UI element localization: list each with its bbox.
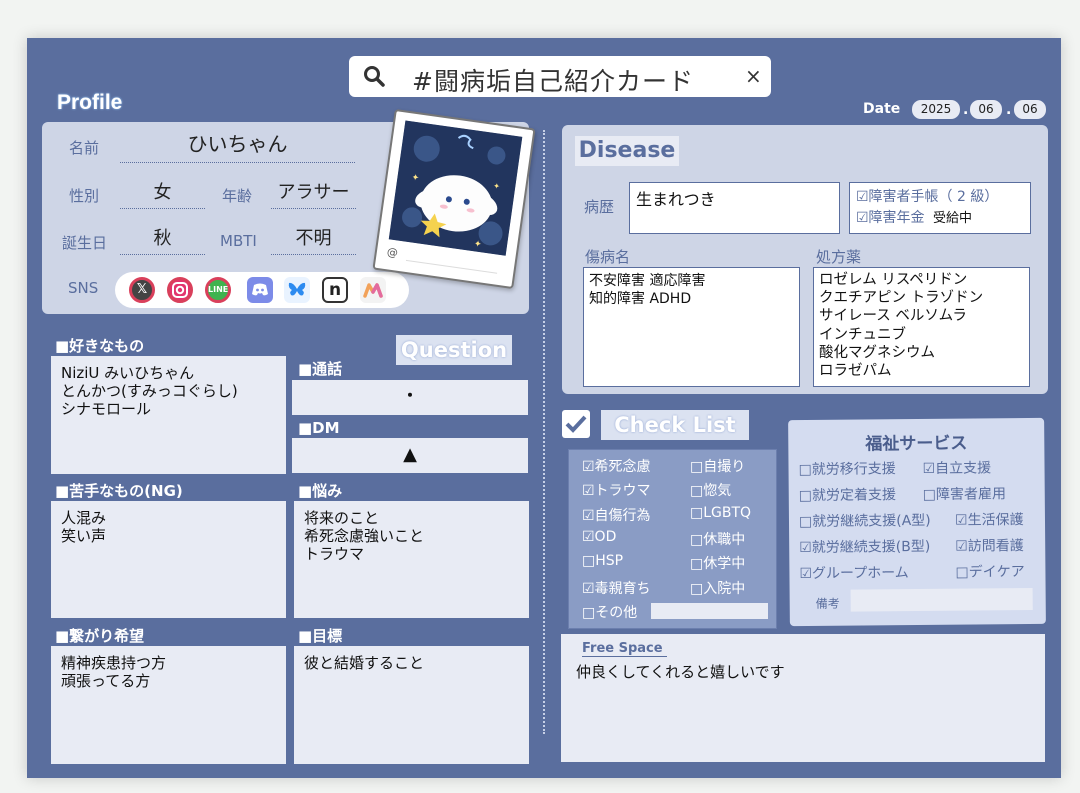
medication-box: ロゼレム リスペリドン クエチアピン トラゾドン サイレース ベルソムラ インチ… [813, 267, 1030, 387]
misskey-icon[interactable] [360, 277, 386, 303]
note-icon[interactable]: n [322, 277, 348, 303]
profile-photo-frame: ✦ ✦ ✦ @ [372, 108, 536, 290]
name-value: ひいちゃん [120, 131, 355, 163]
welfare-heading: 福祉サービス [865, 433, 968, 455]
birthday-value: 秋 [120, 226, 205, 255]
connect-box: 精神疾患持つ方 頑張ってる方 [51, 646, 286, 764]
bluesky-icon[interactable] [284, 277, 310, 303]
instagram-icon[interactable] [167, 277, 193, 303]
diagnosis-box: 不安障害 適応障害 知的障害 ADHD [583, 267, 800, 387]
check-item[interactable]: □LGBTQ [690, 505, 751, 521]
checklist-panel: ☑希死念慮 ☑トラウマ ☑自傷行為 ☑OD □HSP ☑毒親育ち □その他 □自… [568, 449, 777, 629]
check-item[interactable]: ☑OD [582, 529, 616, 545]
mbti-label: MBTI [220, 232, 257, 250]
call-value[interactable]: ・ [292, 380, 528, 415]
history-value: 生まれつき [629, 182, 840, 234]
age-value: アラサー [271, 180, 356, 209]
question-heading: Question [396, 335, 512, 365]
free-space-text: 仲良くしてくれると嬉しいです [576, 663, 785, 681]
pension-label: ☑障害年金 [856, 210, 925, 226]
welfare-item[interactable]: □障害者雇用 [923, 483, 1006, 504]
gender-value: 女 [120, 180, 205, 209]
line-icon[interactable]: LINE [205, 277, 231, 303]
pension-status: 受給中 [933, 211, 973, 226]
date-day[interactable]: 06 [1014, 100, 1046, 119]
welfare-item[interactable]: ☑就労継続支援(B型) [799, 536, 930, 557]
welfare-item[interactable]: ☑グループホーム [799, 562, 908, 583]
welfare-item[interactable]: □就労定着支援 [799, 484, 896, 505]
checklist-heading: Check List [601, 410, 749, 440]
check-item-other[interactable]: □その他 [582, 602, 637, 622]
date-month[interactable]: 06 [970, 100, 1002, 119]
check-item[interactable]: □自撮り [690, 456, 745, 476]
welfare-item[interactable]: □就労移行支援 [798, 458, 895, 479]
check-item[interactable]: □入院中 [690, 578, 745, 598]
sns-bar: 𝕏 LINE n [115, 272, 409, 308]
close-icon[interactable]: × [745, 64, 762, 88]
column-divider [543, 130, 545, 734]
call-label: ■通話 [298, 360, 343, 378]
welfare-item[interactable]: ☑自立支援 [922, 457, 991, 478]
card-title: #闘病垢自己紹介カード [412, 67, 694, 96]
profile-photo: ✦ ✦ ✦ [388, 120, 523, 256]
check-item[interactable]: ☑自傷行為 [582, 505, 651, 525]
connect-label: ■繋がり希望 [55, 627, 145, 645]
profile-card: #闘病垢自己紹介カード × Profile Date 2025 . 06 . 0… [27, 38, 1061, 778]
welfare-item[interactable]: □デイケア [955, 561, 1024, 582]
caption-line [405, 259, 498, 274]
birthday-label: 誕生日 [62, 234, 108, 252]
dislikes-label: ■苦手なもの(NG) [55, 482, 183, 500]
dm-value[interactable]: ▲ [292, 438, 528, 473]
check-item[interactable]: □HSP [582, 553, 623, 569]
photo-caption: @ [386, 245, 399, 260]
title-search-bar[interactable]: #闘病垢自己紹介カード × [349, 56, 771, 97]
name-label: 名前 [69, 139, 100, 157]
x-icon[interactable]: 𝕏 [129, 277, 155, 303]
disease-heading: Disease [575, 136, 679, 166]
disability-pension[interactable]: ☑障害年金 受給中 [856, 208, 1024, 229]
check-item[interactable]: □休学中 [690, 553, 745, 573]
welfare-item[interactable]: ☑訪問看護 [955, 535, 1024, 556]
certificate-box: ☑障害者手帳（ 2 級） ☑障害年金 受給中 [849, 182, 1031, 234]
welfare-item[interactable]: ☑生活保護 [955, 509, 1024, 530]
check-item[interactable]: ☑希死念慮 [582, 456, 651, 476]
checkbox-icon [562, 410, 590, 438]
note-label: 備考 [815, 596, 840, 611]
dm-label: ■DM [298, 419, 340, 437]
date-year[interactable]: 2025 [912, 100, 960, 119]
profile-heading: Profile [57, 91, 123, 114]
sns-label: SNS [68, 279, 99, 297]
likes-label: ■好きなもの [55, 337, 145, 355]
welfare-item[interactable]: □就労継続支援(A型) [799, 510, 931, 531]
date-label: Date [863, 101, 901, 117]
dislikes-box: 人混み 笑い声 [51, 501, 286, 618]
check-item[interactable]: ☑毒親育ち [582, 578, 651, 598]
history-label: 病歴 [584, 198, 615, 216]
disability-certificate[interactable]: ☑障害者手帳（ 2 級） [856, 187, 1024, 208]
note-input[interactable] [850, 587, 1033, 612]
medication-label: 処方薬 [816, 248, 862, 266]
age-label: 年齢 [222, 187, 253, 205]
likes-box: NiziU みいひちゃん とんかつ(すみっコぐらし) シナモロール [51, 356, 286, 474]
search-icon [364, 66, 385, 87]
worries-label: ■悩み [298, 482, 343, 500]
goal-box: 彼と結婚すること [294, 646, 529, 764]
date-separator: . [1006, 102, 1012, 118]
date-separator: . [963, 102, 969, 118]
worries-box: 将来のこと 希死念慮強いこと トラウマ [294, 501, 529, 618]
check-item[interactable]: ☑トラウマ [582, 480, 651, 500]
discord-icon[interactable] [247, 277, 273, 303]
welfare-panel: 福祉サービス □就労移行支援 ☑自立支援 □就労定着支援 □障害者雇用 □就労継… [788, 417, 1046, 627]
check-item[interactable]: □惚気 [690, 480, 731, 500]
free-space-box: Free Space 仲良くしてくれると嬉しいです [561, 634, 1045, 762]
mbti-value: 不明 [271, 226, 356, 255]
other-input[interactable] [651, 603, 768, 619]
diagnosis-label: 傷病名 [585, 248, 631, 266]
gender-label: 性別 [69, 187, 100, 205]
goal-label: ■目標 [298, 627, 343, 645]
free-space-label: Free Space [582, 641, 667, 657]
check-item[interactable]: □休職中 [690, 529, 745, 549]
